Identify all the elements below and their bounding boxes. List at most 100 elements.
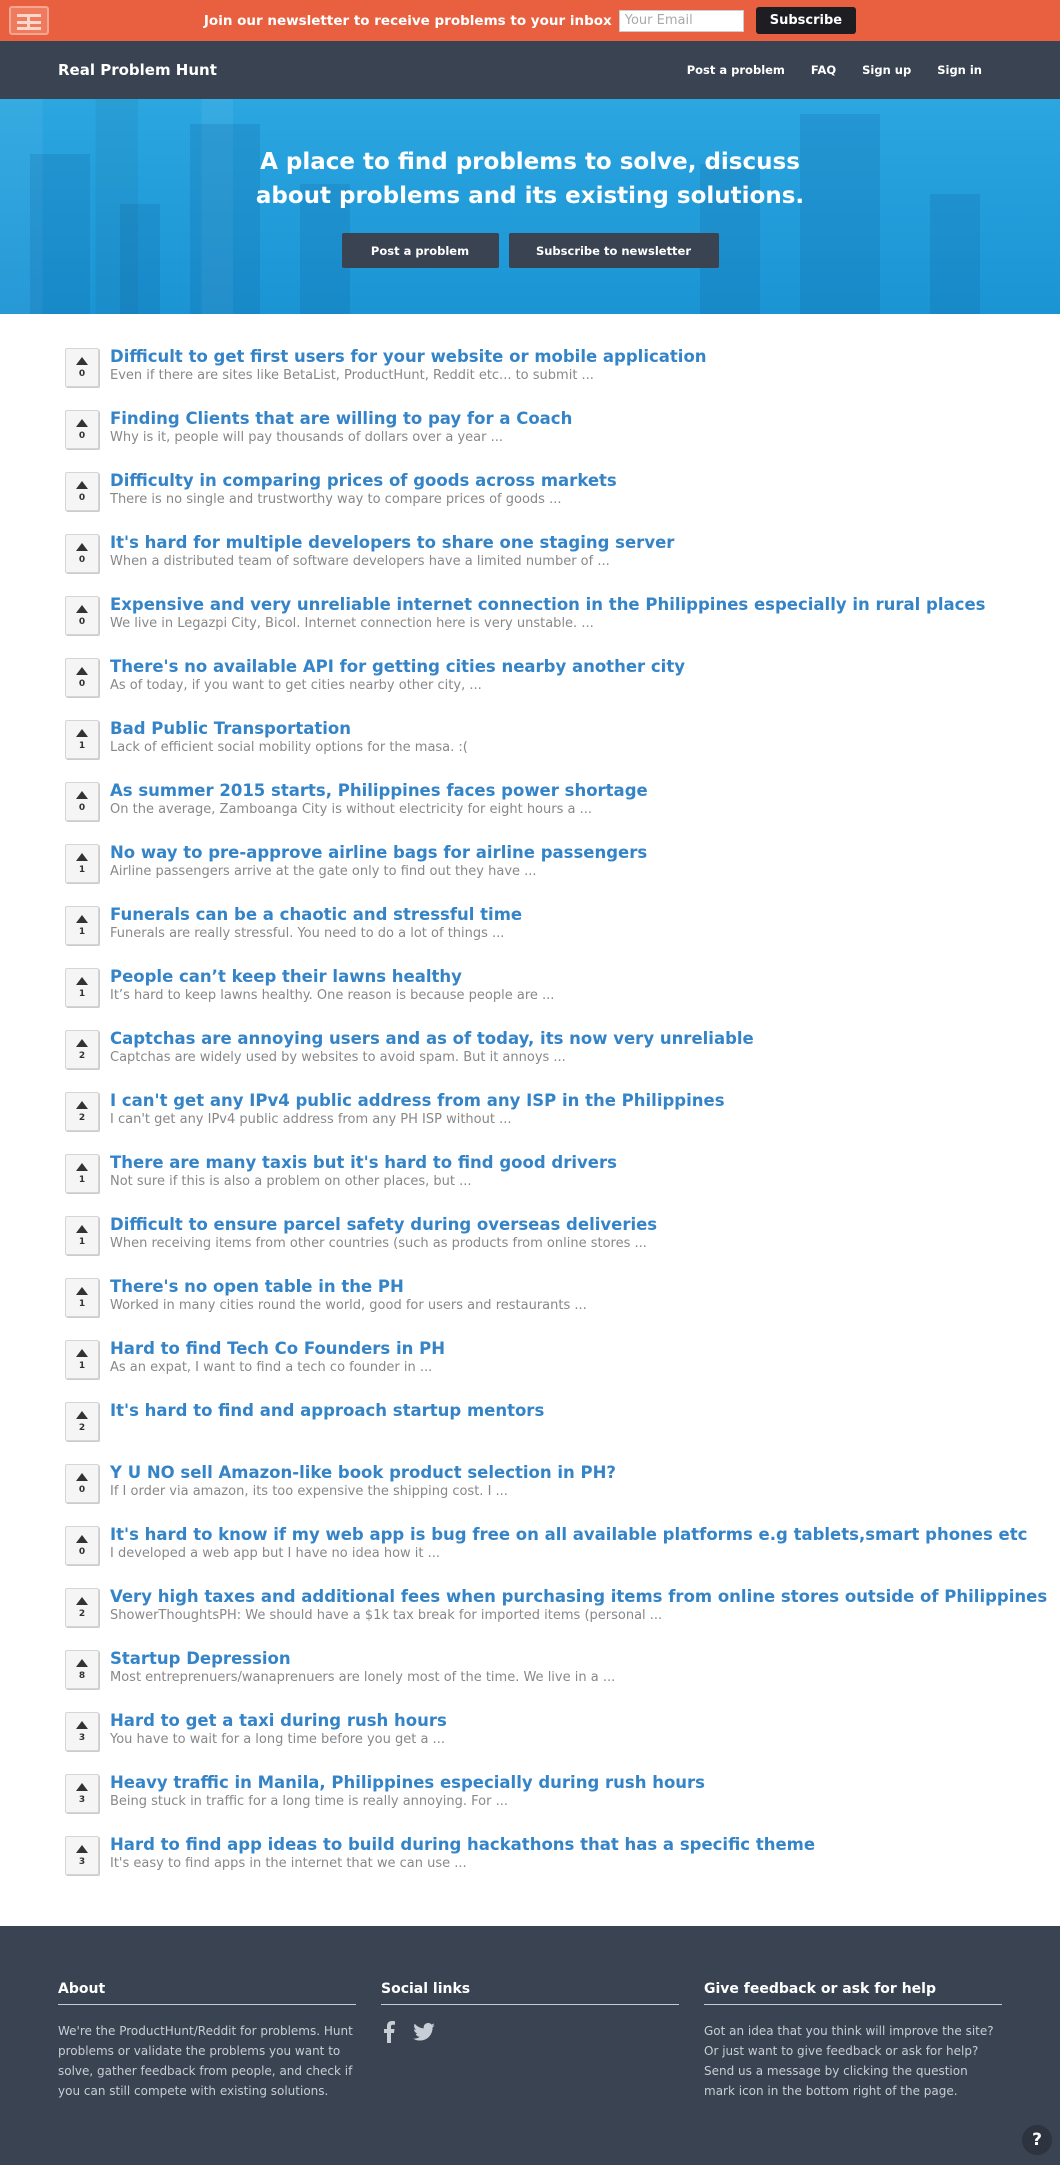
problem-excerpt: ShowerThoughtsPH: We should have a $1k t… xyxy=(110,1608,663,1623)
vote-count: 1 xyxy=(78,988,86,999)
problem-title-link[interactable]: Finding Clients that are willing to pay … xyxy=(110,408,572,429)
upvote-arrow-icon xyxy=(76,542,88,551)
problem-title-link[interactable]: There are many taxis but it's hard to fi… xyxy=(110,1152,617,1173)
problem-row: 1 There's no open table in the PH Worked i… xyxy=(65,1276,1060,1338)
upvote-button[interactable]: 3 xyxy=(65,1774,99,1813)
upvote-arrow-icon xyxy=(76,1100,88,1109)
upvote-button[interactable]: 1 xyxy=(65,968,99,1007)
vote-count: 1 xyxy=(78,1360,86,1371)
logo-icon[interactable] xyxy=(9,6,49,35)
upvote-arrow-icon xyxy=(76,1720,88,1729)
vote-count: 0 xyxy=(78,678,86,689)
upvote-button[interactable]: 1 xyxy=(65,906,99,945)
upvote-button[interactable]: 1 xyxy=(65,1154,99,1193)
upvote-button[interactable]: 2 xyxy=(65,1588,99,1627)
newsletter-subscribe-button[interactable]: Subscribe xyxy=(755,7,857,34)
upvote-arrow-icon xyxy=(76,1410,88,1419)
problem-title-link[interactable]: Startup Depression xyxy=(110,1648,615,1669)
problem-title-link[interactable]: I can't get any IPv4 public address from… xyxy=(110,1090,725,1111)
problem-title-link[interactable]: There's no open table in the PH xyxy=(110,1276,587,1297)
footer-social: Social links xyxy=(381,1981,679,2165)
problem-title-link[interactable]: Funerals can be a chaotic and stressful … xyxy=(110,904,522,925)
problem-title-link[interactable]: It's hard for multiple developers to sha… xyxy=(110,532,674,553)
upvote-button[interactable]: 1 xyxy=(65,720,99,759)
upvote-arrow-icon xyxy=(76,666,88,675)
problem-title-link[interactable]: People can’t keep their lawns healthy xyxy=(110,966,554,987)
problem-title-link[interactable]: Difficult to get first users for your we… xyxy=(110,346,707,367)
problem-excerpt: If I order via amazon, its too expensive… xyxy=(110,1484,508,1499)
problem-excerpt: It’s hard to keep lawns healthy. One rea… xyxy=(110,988,555,1003)
upvote-arrow-icon xyxy=(76,976,88,985)
upvote-button[interactable]: 1 xyxy=(65,1340,99,1379)
upvote-arrow-icon xyxy=(76,914,88,923)
upvote-button[interactable]: 0 xyxy=(65,1526,99,1565)
vote-count: 0 xyxy=(78,554,86,565)
vote-count: 8 xyxy=(78,1670,86,1681)
problem-title-link[interactable]: No way to pre-approve airline bags for a… xyxy=(110,842,647,863)
nav-faq-link[interactable]: FAQ xyxy=(811,63,836,77)
problem-title-link[interactable]: As summer 2015 starts, Philippines faces… xyxy=(110,780,648,801)
newsletter-bar: Join our newsletter to receive problems … xyxy=(0,0,1060,41)
upvote-button[interactable]: 1 xyxy=(65,1216,99,1255)
upvote-button[interactable]: 0 xyxy=(65,348,99,387)
problem-title-link[interactable]: Hard to get a taxi during rush hours xyxy=(110,1710,447,1731)
twitter-icon[interactable] xyxy=(413,2022,435,2045)
problem-title-link[interactable]: Bad Public Transportation xyxy=(110,718,468,739)
upvote-arrow-icon xyxy=(76,790,88,799)
upvote-button[interactable]: 3 xyxy=(65,1712,99,1751)
problem-row: 2 It's hard to find and approach startup … xyxy=(65,1400,1060,1462)
upvote-arrow-icon xyxy=(76,1472,88,1481)
problem-row: 0 As summer 2015 starts, Philippines face… xyxy=(65,780,1060,842)
hero-subscribe-button[interactable]: Subscribe to newsletter xyxy=(508,233,719,268)
upvote-button[interactable]: 2 xyxy=(65,1030,99,1069)
problem-row: 2 I can't get any IPv4 public address fro… xyxy=(65,1090,1060,1152)
problem-title-link[interactable]: Hard to find app ideas to build during h… xyxy=(110,1834,815,1855)
upvote-button[interactable]: 2 xyxy=(65,1402,99,1441)
nav-sign-up-link[interactable]: Sign up xyxy=(862,63,911,77)
problem-title-link[interactable]: Hard to find Tech Co Founders in PH xyxy=(110,1338,445,1359)
upvote-button[interactable]: 0 xyxy=(65,472,99,511)
upvote-button[interactable]: 0 xyxy=(65,658,99,697)
vote-count: 2 xyxy=(78,1112,86,1123)
upvote-button[interactable]: 2 xyxy=(65,1092,99,1131)
upvote-button[interactable]: 0 xyxy=(65,596,99,635)
upvote-button[interactable]: 0 xyxy=(65,410,99,449)
problem-title-link[interactable]: Captchas are annoying users and as of to… xyxy=(110,1028,754,1049)
problem-title-link[interactable]: Y U NO sell Amazon-like book product sel… xyxy=(110,1462,616,1483)
problem-title-link[interactable]: Heavy traffic in Manila, Philippines esp… xyxy=(110,1772,705,1793)
hero-post-problem-button[interactable]: Post a problem xyxy=(341,233,499,268)
nav-post-problem-link[interactable]: Post a problem xyxy=(687,63,785,77)
vote-count: 0 xyxy=(78,368,86,379)
problem-excerpt: It's easy to find apps in the internet t… xyxy=(110,1856,467,1871)
problem-title-link[interactable]: There's no available API for getting cit… xyxy=(110,656,685,677)
problem-title-link[interactable]: Difficult to ensure parcel safety during… xyxy=(110,1214,657,1235)
problem-row: 1 Hard to find Tech Co Founders in PH As a… xyxy=(65,1338,1060,1400)
problem-excerpt: Not sure if this is also a problem on ot… xyxy=(110,1174,472,1189)
problem-excerpt: Why is it, people will pay thousands of … xyxy=(110,430,503,445)
problem-excerpt: Lack of efficient social mobility option… xyxy=(110,740,468,755)
upvote-arrow-icon xyxy=(76,604,88,613)
upvote-button[interactable]: 0 xyxy=(65,782,99,821)
problem-title-link[interactable]: Difficulty in comparing prices of goods … xyxy=(110,470,617,491)
problem-row: 1 People can’t keep their lawns healthy It… xyxy=(65,966,1060,1028)
problem-title-link[interactable]: It's hard to find and approach startup m… xyxy=(110,1400,544,1421)
problem-title-link[interactable]: Expensive and very unreliable internet c… xyxy=(110,594,985,615)
help-question-icon[interactable]: ? xyxy=(1022,2125,1052,2155)
upvote-arrow-icon xyxy=(76,480,88,489)
facebook-icon[interactable] xyxy=(383,2021,395,2047)
upvote-arrow-icon xyxy=(76,1348,88,1357)
vote-count: 0 xyxy=(78,1546,86,1557)
vote-count: 2 xyxy=(78,1608,86,1619)
upvote-button[interactable]: 0 xyxy=(65,534,99,573)
site-brand[interactable]: Real Problem Hunt xyxy=(58,61,687,79)
upvote-button[interactable]: 3 xyxy=(65,1836,99,1875)
upvote-button[interactable]: 8 xyxy=(65,1650,99,1689)
upvote-button[interactable]: 1 xyxy=(65,1278,99,1317)
upvote-button[interactable]: 0 xyxy=(65,1464,99,1503)
problem-title-link[interactable]: It's hard to know if my web app is bug f… xyxy=(110,1524,1027,1545)
newsletter-email-input[interactable] xyxy=(618,9,744,32)
upvote-button[interactable]: 1 xyxy=(65,844,99,883)
nav-sign-in-link[interactable]: Sign in xyxy=(937,63,982,77)
problem-title-link[interactable]: Very high taxes and additional fees when… xyxy=(110,1586,1047,1607)
vote-count: 0 xyxy=(78,492,86,503)
